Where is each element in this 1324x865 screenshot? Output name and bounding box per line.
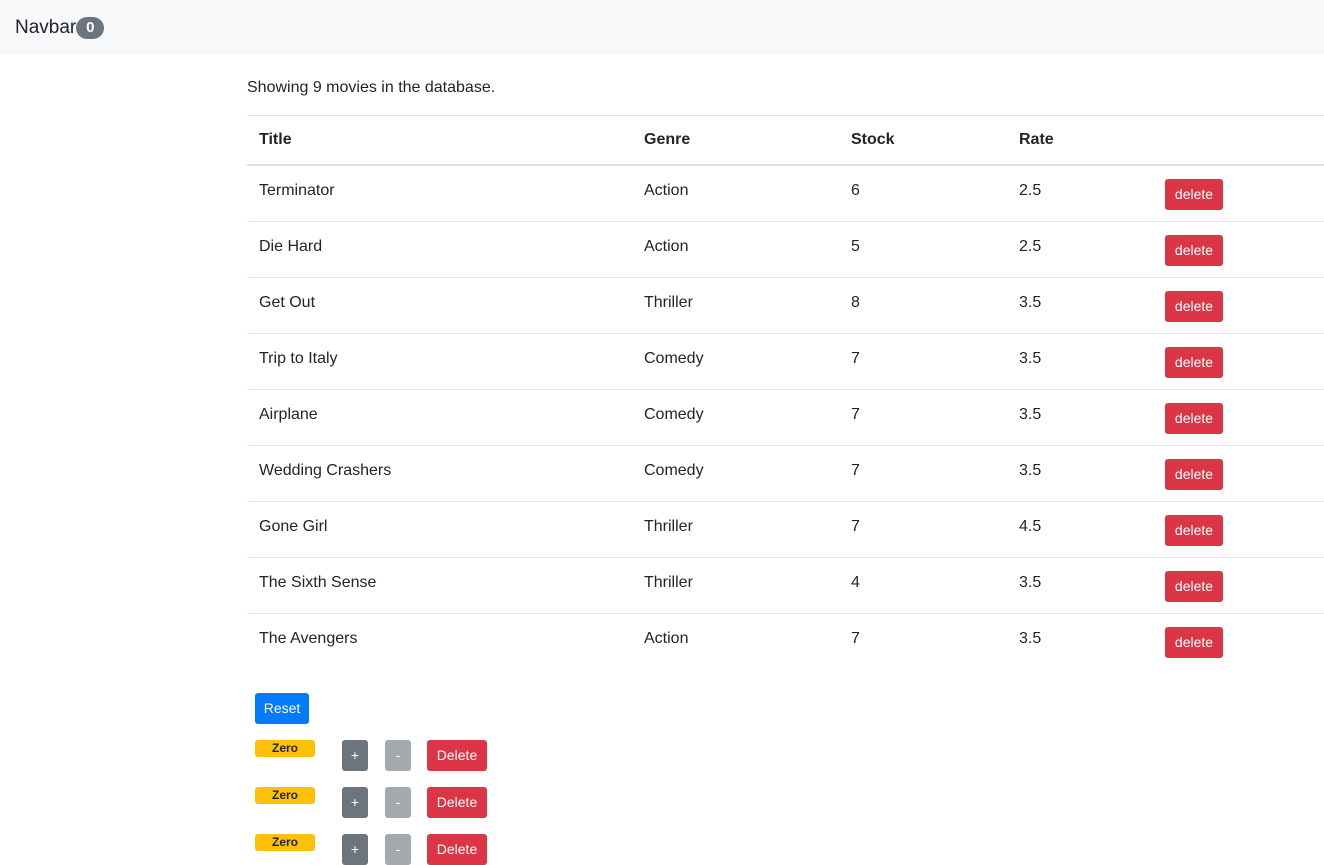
- counter-row: Zero + - Delete: [255, 834, 495, 865]
- delete-movie-button[interactable]: delete: [1165, 403, 1223, 434]
- movie-title: Get Out: [247, 277, 632, 334]
- movie-actions-cell: delete: [1153, 501, 1324, 558]
- delete-movie-button[interactable]: delete: [1165, 515, 1223, 546]
- decrement-button[interactable]: -: [385, 740, 411, 771]
- table-row: Die Hard Action 5 2.5 delete: [247, 221, 1324, 278]
- movie-title: Wedding Crashers: [247, 445, 632, 502]
- movie-genre: Comedy: [632, 445, 839, 502]
- movie-rate: 2.5: [1019, 182, 1042, 199]
- table-row: Airplane Comedy 7 3.5 delete: [247, 389, 1324, 446]
- movie-rate: 3.5: [1007, 445, 1153, 502]
- table-row: Trip to Italy Comedy 7 3.5 delete: [247, 333, 1324, 390]
- counter-value-badge: Zero: [255, 787, 315, 804]
- movie-stock: 7: [839, 501, 1007, 558]
- movie-genre: Comedy: [632, 389, 839, 446]
- movie-genre: Action: [644, 182, 689, 199]
- movie-genre: Action: [632, 221, 839, 278]
- table-row: Get Out Thriller 8 3.5 delete: [247, 277, 1324, 334]
- movie-stock: 8: [839, 277, 1007, 334]
- movie-rate: 4.5: [1007, 501, 1153, 558]
- movie-genre: Thriller: [632, 277, 839, 334]
- movie-rate: 3.5: [1007, 557, 1153, 614]
- reset-button[interactable]: Reset: [255, 693, 309, 724]
- movie-title: Airplane: [247, 389, 632, 446]
- movie-genre: Comedy: [632, 333, 839, 390]
- delete-movie-button[interactable]: delete: [1165, 571, 1223, 602]
- table-row: The Avengers Action 7 3.5 delete: [247, 613, 1324, 669]
- counter-value-badge: Zero: [255, 740, 315, 757]
- movie-stock: 7: [839, 333, 1007, 390]
- table-row: Wedding Crashers Comedy 7 3.5 delete: [247, 445, 1324, 502]
- movie-actions-cell: delete: [1153, 613, 1324, 669]
- movie-title: Trip to Italy: [247, 333, 632, 390]
- movie-stock: 5: [839, 221, 1007, 278]
- delete-movie-button[interactable]: delete: [1165, 459, 1223, 490]
- delete-counter-button[interactable]: Delete: [427, 787, 487, 818]
- movie-actions-cell: delete: [1153, 165, 1324, 222]
- movie-rate: 3.5: [1007, 613, 1153, 669]
- increment-button[interactable]: +: [342, 834, 368, 865]
- delete-movie-button[interactable]: delete: [1165, 291, 1223, 322]
- movie-actions-cell: delete: [1153, 221, 1324, 278]
- movie-title: The Avengers: [247, 613, 632, 669]
- delete-movie-button[interactable]: delete: [1165, 347, 1223, 378]
- navbar-brand[interactable]: Navbar 0: [15, 16, 105, 40]
- table-row: Terminator Action 6 2.5 delete: [247, 165, 1324, 222]
- delete-counter-button[interactable]: Delete: [427, 740, 487, 771]
- increment-button[interactable]: +: [342, 740, 368, 771]
- delete-movie-button[interactable]: delete: [1165, 627, 1223, 658]
- movie-title: The Sixth Sense: [247, 557, 632, 614]
- table-header-row: Title Genre Stock Rate: [247, 115, 1324, 166]
- movie-stock: 7: [839, 613, 1007, 669]
- navbar: Navbar 0: [0, 0, 1324, 55]
- movie-rate: 2.5: [1007, 221, 1153, 278]
- counter-row: Zero + - Delete: [255, 787, 495, 818]
- movie-rate: 3.5: [1007, 389, 1153, 446]
- table-row: The Sixth Sense Thriller 4 3.5 delete: [247, 557, 1324, 614]
- delete-counter-button[interactable]: Delete: [427, 834, 487, 865]
- column-header-genre: Genre: [632, 115, 839, 166]
- increment-button[interactable]: +: [342, 787, 368, 818]
- movie-actions-cell: delete: [1153, 277, 1324, 334]
- movie-genre: Thriller: [632, 501, 839, 558]
- movie-title: Die Hard: [247, 221, 632, 278]
- column-header-title: Title: [247, 115, 632, 166]
- movie-stock: 7: [839, 389, 1007, 446]
- movie-actions-cell: delete: [1153, 445, 1324, 502]
- movie-genre: Thriller: [632, 557, 839, 614]
- movie-genre: Action: [632, 613, 839, 669]
- navbar-brand-label: Navbar: [15, 17, 77, 38]
- movie-stock: 4: [839, 557, 1007, 614]
- navbar-count-badge: 0: [76, 17, 105, 39]
- delete-movie-button[interactable]: delete: [1165, 179, 1223, 210]
- movie-actions-cell: delete: [1153, 557, 1324, 614]
- movie-stock: 7: [839, 445, 1007, 502]
- counter-row: Zero + - Delete: [255, 740, 495, 771]
- column-header-stock: Stock: [839, 115, 1007, 166]
- movie-count-summary: Showing 9 movies in the database.: [247, 79, 496, 96]
- table-row: Gone Girl Thriller 7 4.5 delete: [247, 501, 1324, 558]
- decrement-button[interactable]: -: [385, 787, 411, 818]
- column-header-actions: [1153, 115, 1324, 166]
- movie-title: Gone Girl: [247, 501, 632, 558]
- movie-title: Terminator: [259, 182, 335, 199]
- movie-rate: 3.5: [1007, 277, 1153, 334]
- decrement-button[interactable]: -: [385, 834, 411, 865]
- column-header-rate: Rate: [1007, 115, 1153, 166]
- delete-movie-button[interactable]: delete: [1165, 235, 1223, 266]
- counter-value-badge: Zero: [255, 834, 315, 851]
- movie-stock: 6: [851, 182, 860, 199]
- movie-rate: 3.5: [1007, 333, 1153, 390]
- movies-table: Title Genre Stock Rate Terminator Action…: [247, 115, 1324, 669]
- movie-actions-cell: delete: [1153, 333, 1324, 390]
- movie-actions-cell: delete: [1153, 389, 1324, 446]
